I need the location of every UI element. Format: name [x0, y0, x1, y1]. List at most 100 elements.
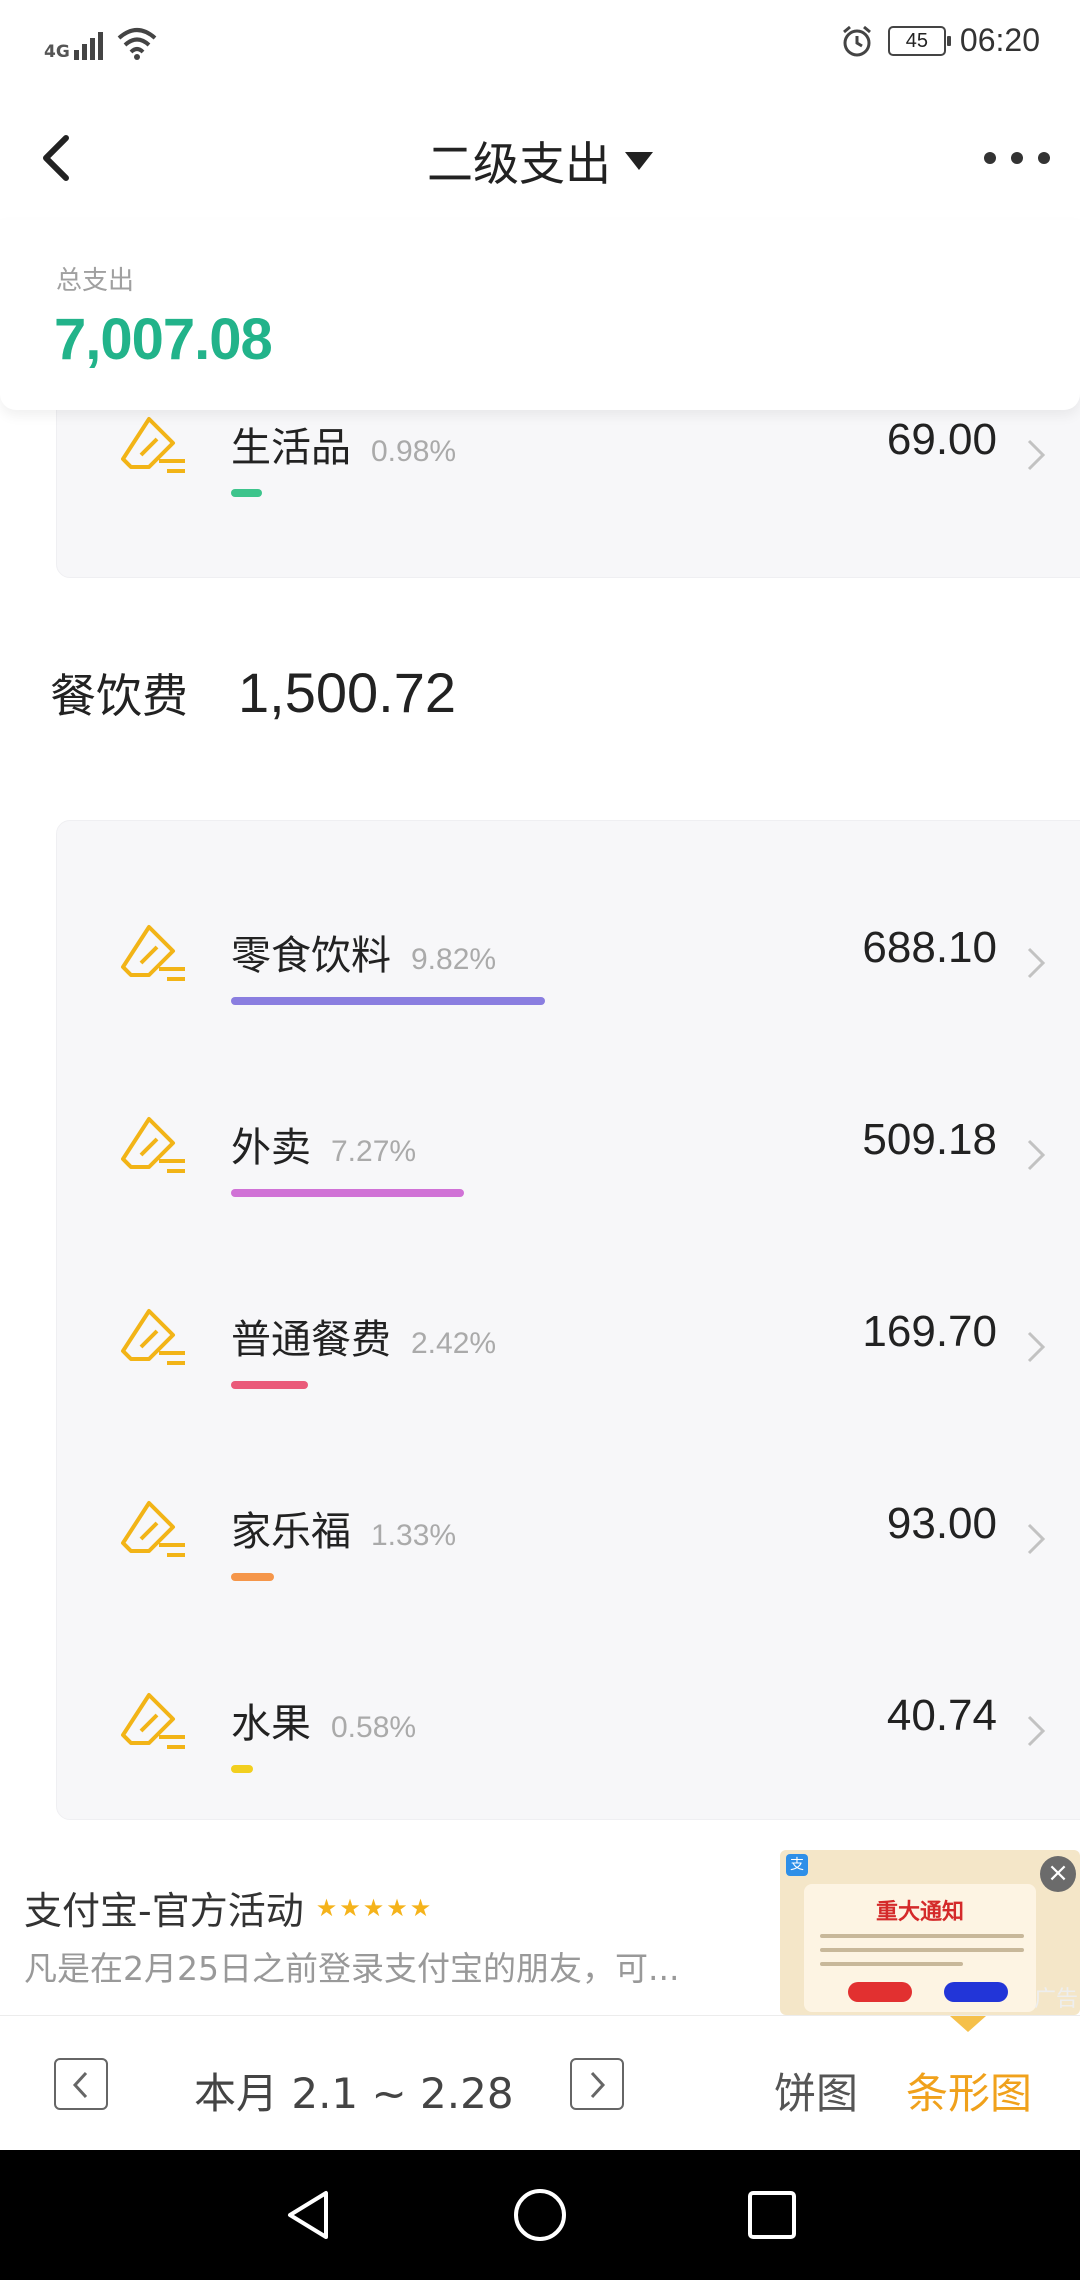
- category-name: 零食饮料 9.82%: [231, 923, 496, 981]
- category-item-row[interactable]: 水果 0.58% 40.74: [57, 1671, 1080, 1821]
- chevron-right-icon: [590, 2071, 606, 2099]
- status-left: 4G: [44, 26, 157, 62]
- period-label: 本月 2.1 ~ 2.28: [194, 2069, 514, 2118]
- category-item-row[interactable]: 零食饮料 9.82% 688.10: [57, 903, 1080, 1053]
- ad-description: 凡是在2月25日之前登录支付宝的朋友，可...: [24, 1949, 680, 1988]
- home-nav-icon[interactable]: [510, 2185, 570, 2245]
- dot-icon: [984, 152, 996, 164]
- section-total: 1,500.72: [238, 661, 456, 724]
- section-name: 餐饮费: [50, 669, 188, 723]
- ad-banner[interactable]: 支付宝-官方活动 ★★★★★ 凡是在2月25日之前登录支付宝的朋友，可... 支…: [0, 1850, 1080, 2015]
- active-tab-indicator: [950, 2016, 986, 2032]
- percent-bar: [231, 1189, 464, 1197]
- caret-down-icon: [625, 152, 653, 170]
- next-period-button[interactable]: [570, 2058, 624, 2110]
- item-name-text: 家乐福: [231, 1509, 351, 1555]
- category-amount: 688.10: [862, 923, 997, 972]
- notice-dismiss-graphic: [848, 1982, 912, 2002]
- category-item-row[interactable]: 家乐福 1.33% 93.00: [57, 1479, 1080, 1629]
- bottom-toolbar: 本月 2.1 ~ 2.28 饼图 条形图: [0, 2015, 1080, 2150]
- notice-claim-graphic: [944, 1982, 1008, 2002]
- ad-image[interactable]: 支 重大通知 × 广告: [780, 1850, 1080, 2015]
- eraser-icon: [121, 1117, 185, 1173]
- percent-bar: [231, 997, 546, 1005]
- wifi-icon: [117, 28, 157, 60]
- notice-text-lines: [820, 1934, 1024, 1976]
- category-percent: 0.98%: [371, 435, 457, 468]
- chevron-right-icon: [1027, 439, 1046, 471]
- item-name-text: 生活品: [231, 425, 351, 471]
- item-name-text: 普通餐费: [231, 1317, 391, 1363]
- category-name: 生活品 0.98%: [231, 415, 456, 473]
- ad-label: 广告: [1033, 1987, 1078, 2012]
- chevron-right-icon: [1027, 1331, 1046, 1363]
- category-amount: 169.70: [862, 1307, 997, 1356]
- category-amount: 509.18: [862, 1115, 997, 1164]
- dot-icon: [1038, 152, 1050, 164]
- network-type: 4G: [44, 42, 70, 62]
- eraser-icon: [121, 1693, 185, 1749]
- more-options-button[interactable]: [984, 140, 1050, 176]
- category-name: 普通餐费 2.42%: [231, 1307, 496, 1365]
- category-name: 水果 0.58%: [231, 1691, 416, 1749]
- chevron-left-icon: [72, 2071, 88, 2099]
- category-percent: 0.58%: [331, 1711, 417, 1744]
- title-dropdown[interactable]: 二级支出: [0, 128, 1080, 194]
- notice-title: 重大通知: [875, 1900, 964, 1925]
- ad-title-row: 支付宝-官方活动 ★★★★★: [24, 1880, 433, 1935]
- header: 二级支出: [0, 110, 1080, 210]
- page-title: 二级支出: [427, 137, 611, 191]
- content-area: 生活品 0.98% 69.00 餐饮费 1,500.72 零食饮料 9.82% 688…: [0, 380, 1080, 1850]
- category-item-row[interactable]: 普通餐费 2.42% 169.70: [57, 1287, 1080, 1437]
- close-ad-button[interactable]: ×: [1040, 1856, 1076, 1892]
- back-nav-icon[interactable]: [280, 2185, 340, 2245]
- rating-stars: ★★★★★: [315, 1893, 434, 1922]
- eraser-icon: [121, 417, 185, 473]
- chevron-right-icon: [1027, 1523, 1046, 1555]
- system-nav-bar: [0, 2150, 1080, 2280]
- section-header: 餐饮费 1,500.72: [50, 660, 456, 726]
- battery-icon: 45: [887, 25, 951, 56]
- ad-title: 支付宝-官方活动: [24, 1889, 304, 1933]
- total-summary-card: 总支出 7,007.08: [0, 220, 1080, 410]
- category-percent: 2.42%: [411, 1327, 497, 1360]
- percent-bar: [231, 1573, 274, 1581]
- category-percent: 7.27%: [331, 1135, 417, 1168]
- category-amount: 40.74: [886, 1691, 997, 1740]
- dot-icon: [1011, 152, 1023, 164]
- category-amount: 93.00: [886, 1499, 997, 1548]
- notice-graphic: 重大通知: [804, 1884, 1036, 2012]
- recents-nav-icon[interactable]: [742, 2185, 802, 2245]
- tab-bar-chart[interactable]: 条形图: [906, 2060, 1032, 2121]
- category-percent: 9.82%: [411, 943, 497, 976]
- total-label: 总支出: [56, 266, 135, 296]
- percent-bar: [231, 489, 263, 497]
- status-bar: 4G 45 06:20: [0, 0, 1080, 90]
- status-right: 45 06:20: [840, 22, 1040, 59]
- item-name-text: 外卖: [231, 1125, 311, 1171]
- percent-bar: [231, 1381, 309, 1389]
- category-percent: 1.33%: [371, 1519, 457, 1552]
- category-name: 外卖 7.27%: [231, 1115, 416, 1173]
- alarm-icon: [842, 25, 871, 56]
- chevron-right-icon: [1027, 1139, 1046, 1171]
- clock: 06:20: [959, 22, 1040, 58]
- category-item-row[interactable]: 生活品 0.98% 69.00: [57, 395, 1080, 545]
- total-value: 7,007.08: [54, 307, 273, 372]
- category-amount: 69.00: [886, 415, 997, 464]
- eraser-icon: [121, 1501, 185, 1557]
- eraser-icon: [121, 925, 185, 981]
- signal-icon: [74, 28, 103, 60]
- percent-bar: [231, 1765, 253, 1773]
- chevron-right-icon: [1027, 1715, 1046, 1747]
- eraser-icon: [121, 1309, 185, 1365]
- category-name: 家乐福 1.33%: [231, 1499, 456, 1557]
- item-name-text: 零食饮料: [231, 933, 391, 979]
- category-item-row[interactable]: 外卖 7.27% 509.18: [57, 1095, 1080, 1245]
- chevron-right-icon: [1027, 947, 1046, 979]
- tab-pie-chart[interactable]: 饼图: [774, 2060, 858, 2121]
- previous-period-button[interactable]: [54, 2058, 108, 2110]
- alipay-logo-icon: 支: [786, 1854, 808, 1876]
- category-card: 零食饮料 9.82% 688.10 外卖 7.27% 509.18 普通餐费 2.42% 169…: [56, 820, 1080, 1820]
- item-name-text: 水果: [231, 1701, 311, 1747]
